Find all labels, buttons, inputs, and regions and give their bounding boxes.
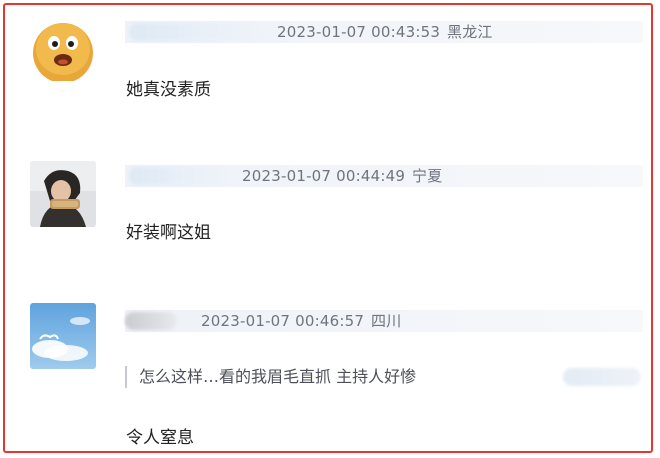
quoted-reply[interactable]: 怎么这样…看的我眉毛直抓 主持人好惨	[125, 363, 641, 391]
username-redacted[interactable]	[129, 167, 225, 185]
sky-clouds-avatar-icon[interactable]	[30, 303, 96, 369]
comment-list-frame: 2023-01-07 00:43:53 黑龙江 她真没素质 2023-01-07…	[3, 3, 653, 453]
person-photo-avatar-icon[interactable]	[30, 161, 96, 227]
comment-text: 好装啊这姐	[126, 223, 211, 243]
comment-location: 四川	[371, 312, 402, 330]
comment-meta-row: 2023-01-07 00:44:49 宁夏	[125, 165, 643, 187]
username-redacted[interactable]	[125, 312, 177, 330]
quote-bar	[125, 366, 127, 388]
username-redacted[interactable]	[129, 23, 259, 41]
quoted-username-redacted	[563, 368, 641, 386]
comment-text: 令人窒息	[126, 428, 194, 448]
comment-timestamp: 2023-01-07 00:44:49	[242, 167, 406, 185]
orange-face-avatar-icon[interactable]	[30, 15, 96, 81]
comment-timestamp: 2023-01-07 00:43:53	[277, 23, 441, 41]
comment-meta-row: 2023-01-07 00:43:53 黑龙江	[125, 21, 643, 43]
comment-text: 她真没素质	[126, 80, 211, 100]
comment-location: 宁夏	[412, 167, 443, 185]
quoted-text: 怎么这样…看的我眉毛直抓 主持人好惨	[139, 367, 417, 386]
comment-location: 黑龙江	[447, 23, 493, 41]
comment-timestamp: 2023-01-07 00:46:57	[201, 312, 365, 330]
comment-meta-row: 2023-01-07 00:46:57 四川	[125, 310, 643, 332]
